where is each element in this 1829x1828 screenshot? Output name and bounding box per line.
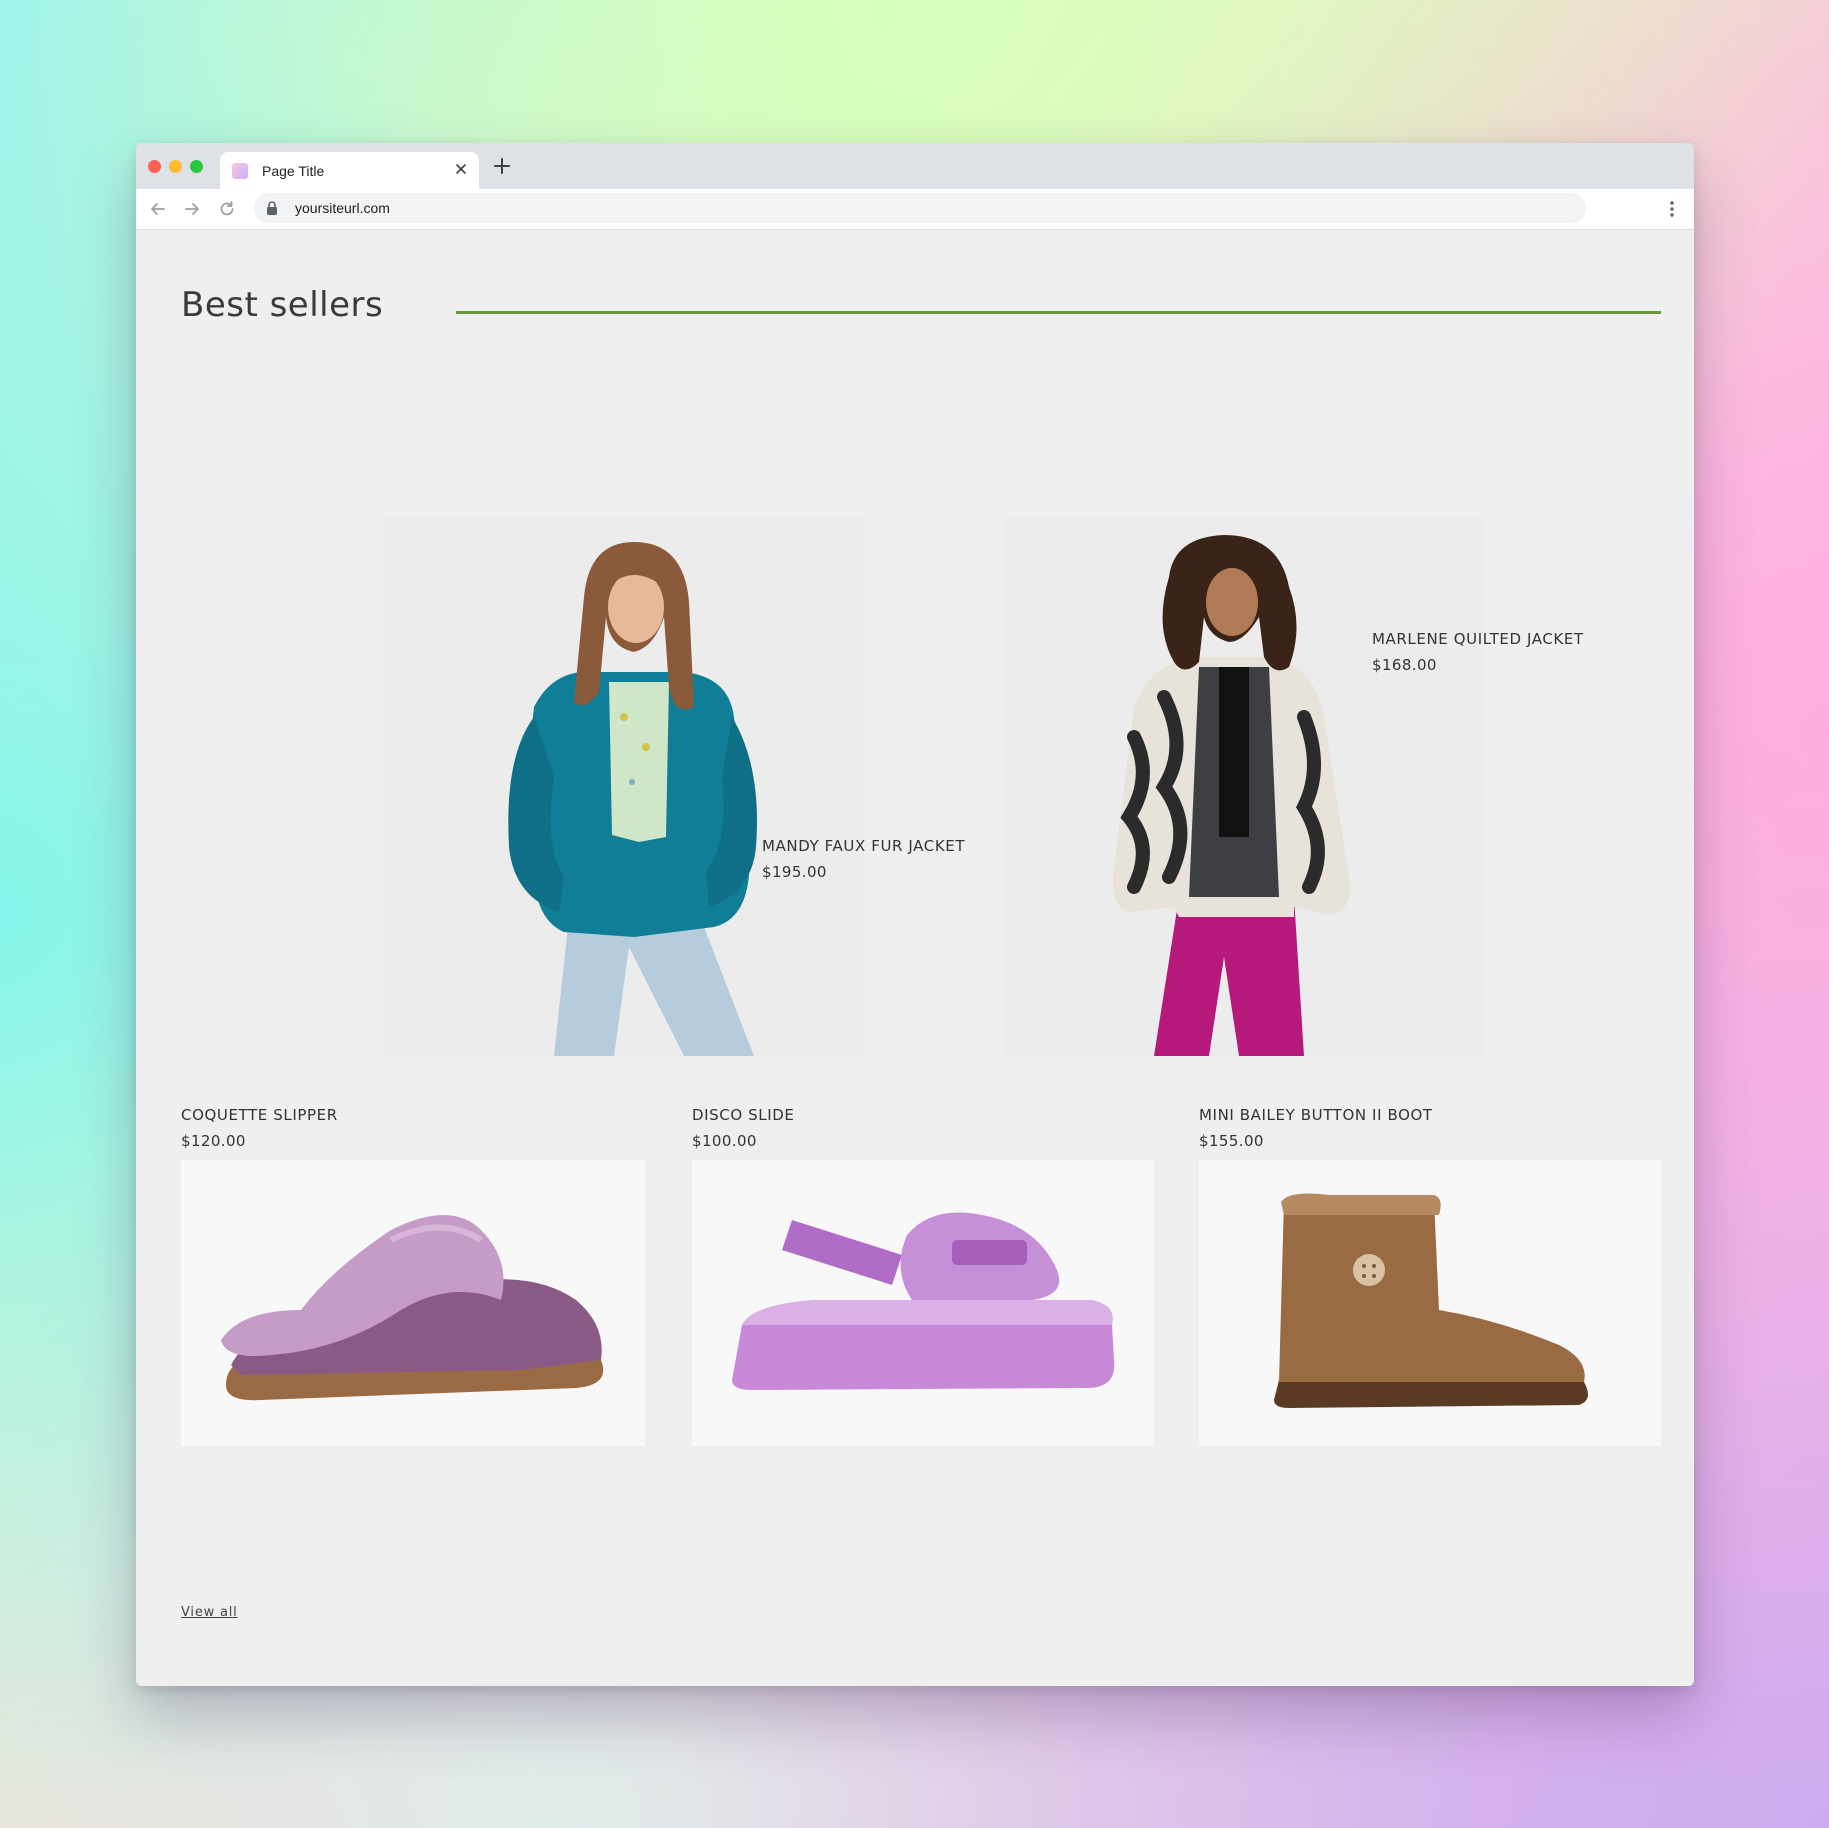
product-name[interactable]: COQUETTE SLIPPER xyxy=(181,1106,645,1124)
product-image[interactable] xyxy=(384,517,864,1056)
product-image[interactable] xyxy=(692,1160,1154,1446)
product-card[interactable]: COQUETTE SLIPPER $120.00 xyxy=(181,1106,645,1446)
featured-product-info: MARLENE QUILTED JACKET $168.00 xyxy=(1372,630,1584,674)
section-divider xyxy=(456,311,1661,314)
product-name[interactable]: MARLENE QUILTED JACKET xyxy=(1372,630,1584,648)
browser-window: Page Title yoursiteurl.com Best sellers … xyxy=(136,143,1694,1686)
product-card[interactable]: DISCO SLIDE $100.00 xyxy=(692,1106,1154,1446)
featured-product-info: MANDY FAUX FUR JACKET $195.00 xyxy=(762,837,965,881)
url-text: yoursiteurl.com xyxy=(295,200,390,216)
product-info: COQUETTE SLIPPER $120.00 xyxy=(181,1106,645,1150)
product-info: MINI BAILEY BUTTON II BOOT $155.00 xyxy=(1199,1106,1661,1150)
product-price: $168.00 xyxy=(1372,656,1437,674)
reload-icon[interactable] xyxy=(217,199,237,219)
active-tab[interactable]: Page Title xyxy=(220,152,479,189)
product-info: DISCO SLIDE $100.00 xyxy=(692,1106,1154,1150)
product-price: $195.00 xyxy=(762,863,827,881)
minimize-window-button[interactable] xyxy=(169,160,182,173)
product-name[interactable]: MINI BAILEY BUTTON II BOOT xyxy=(1199,1106,1661,1124)
lock-icon xyxy=(266,201,278,215)
product-card[interactable]: MINI BAILEY BUTTON II BOOT $155.00 xyxy=(1199,1106,1661,1446)
maximize-window-button[interactable] xyxy=(190,160,203,173)
product-price: $155.00 xyxy=(1199,1132,1264,1150)
tab-title: Page Title xyxy=(262,163,325,179)
product-image[interactable] xyxy=(1199,1160,1661,1446)
arrow-left-icon[interactable] xyxy=(148,199,168,219)
featured-product-card[interactable]: MANDY FAUX FUR JACKET $195.00 xyxy=(384,517,965,1056)
product-price: $120.00 xyxy=(181,1132,246,1150)
close-window-button[interactable] xyxy=(148,160,161,173)
url-field[interactable]: yoursiteurl.com xyxy=(254,193,1586,223)
product-image[interactable] xyxy=(1004,517,1484,1056)
page-content: Best sellers MANDY FAUX FUR JACKET $195.… xyxy=(136,230,1694,1686)
view-all-link[interactable]: View all xyxy=(181,1605,238,1620)
address-bar: yoursiteurl.com xyxy=(136,189,1694,230)
section-title: Best sellers xyxy=(181,285,384,325)
product-name[interactable]: DISCO SLIDE xyxy=(692,1106,1154,1124)
kebab-menu-icon[interactable] xyxy=(1662,199,1682,219)
favicon-icon xyxy=(232,163,248,179)
close-icon[interactable] xyxy=(451,159,471,179)
product-price: $100.00 xyxy=(692,1132,757,1150)
plus-icon[interactable] xyxy=(490,154,514,178)
product-image[interactable] xyxy=(181,1160,645,1446)
arrow-right-icon[interactable] xyxy=(182,199,202,219)
product-name[interactable]: MANDY FAUX FUR JACKET xyxy=(762,837,965,855)
featured-product-card[interactable]: MARLENE QUILTED JACKET $168.00 xyxy=(1004,517,1583,1056)
tab-bar: Page Title xyxy=(136,143,1694,189)
